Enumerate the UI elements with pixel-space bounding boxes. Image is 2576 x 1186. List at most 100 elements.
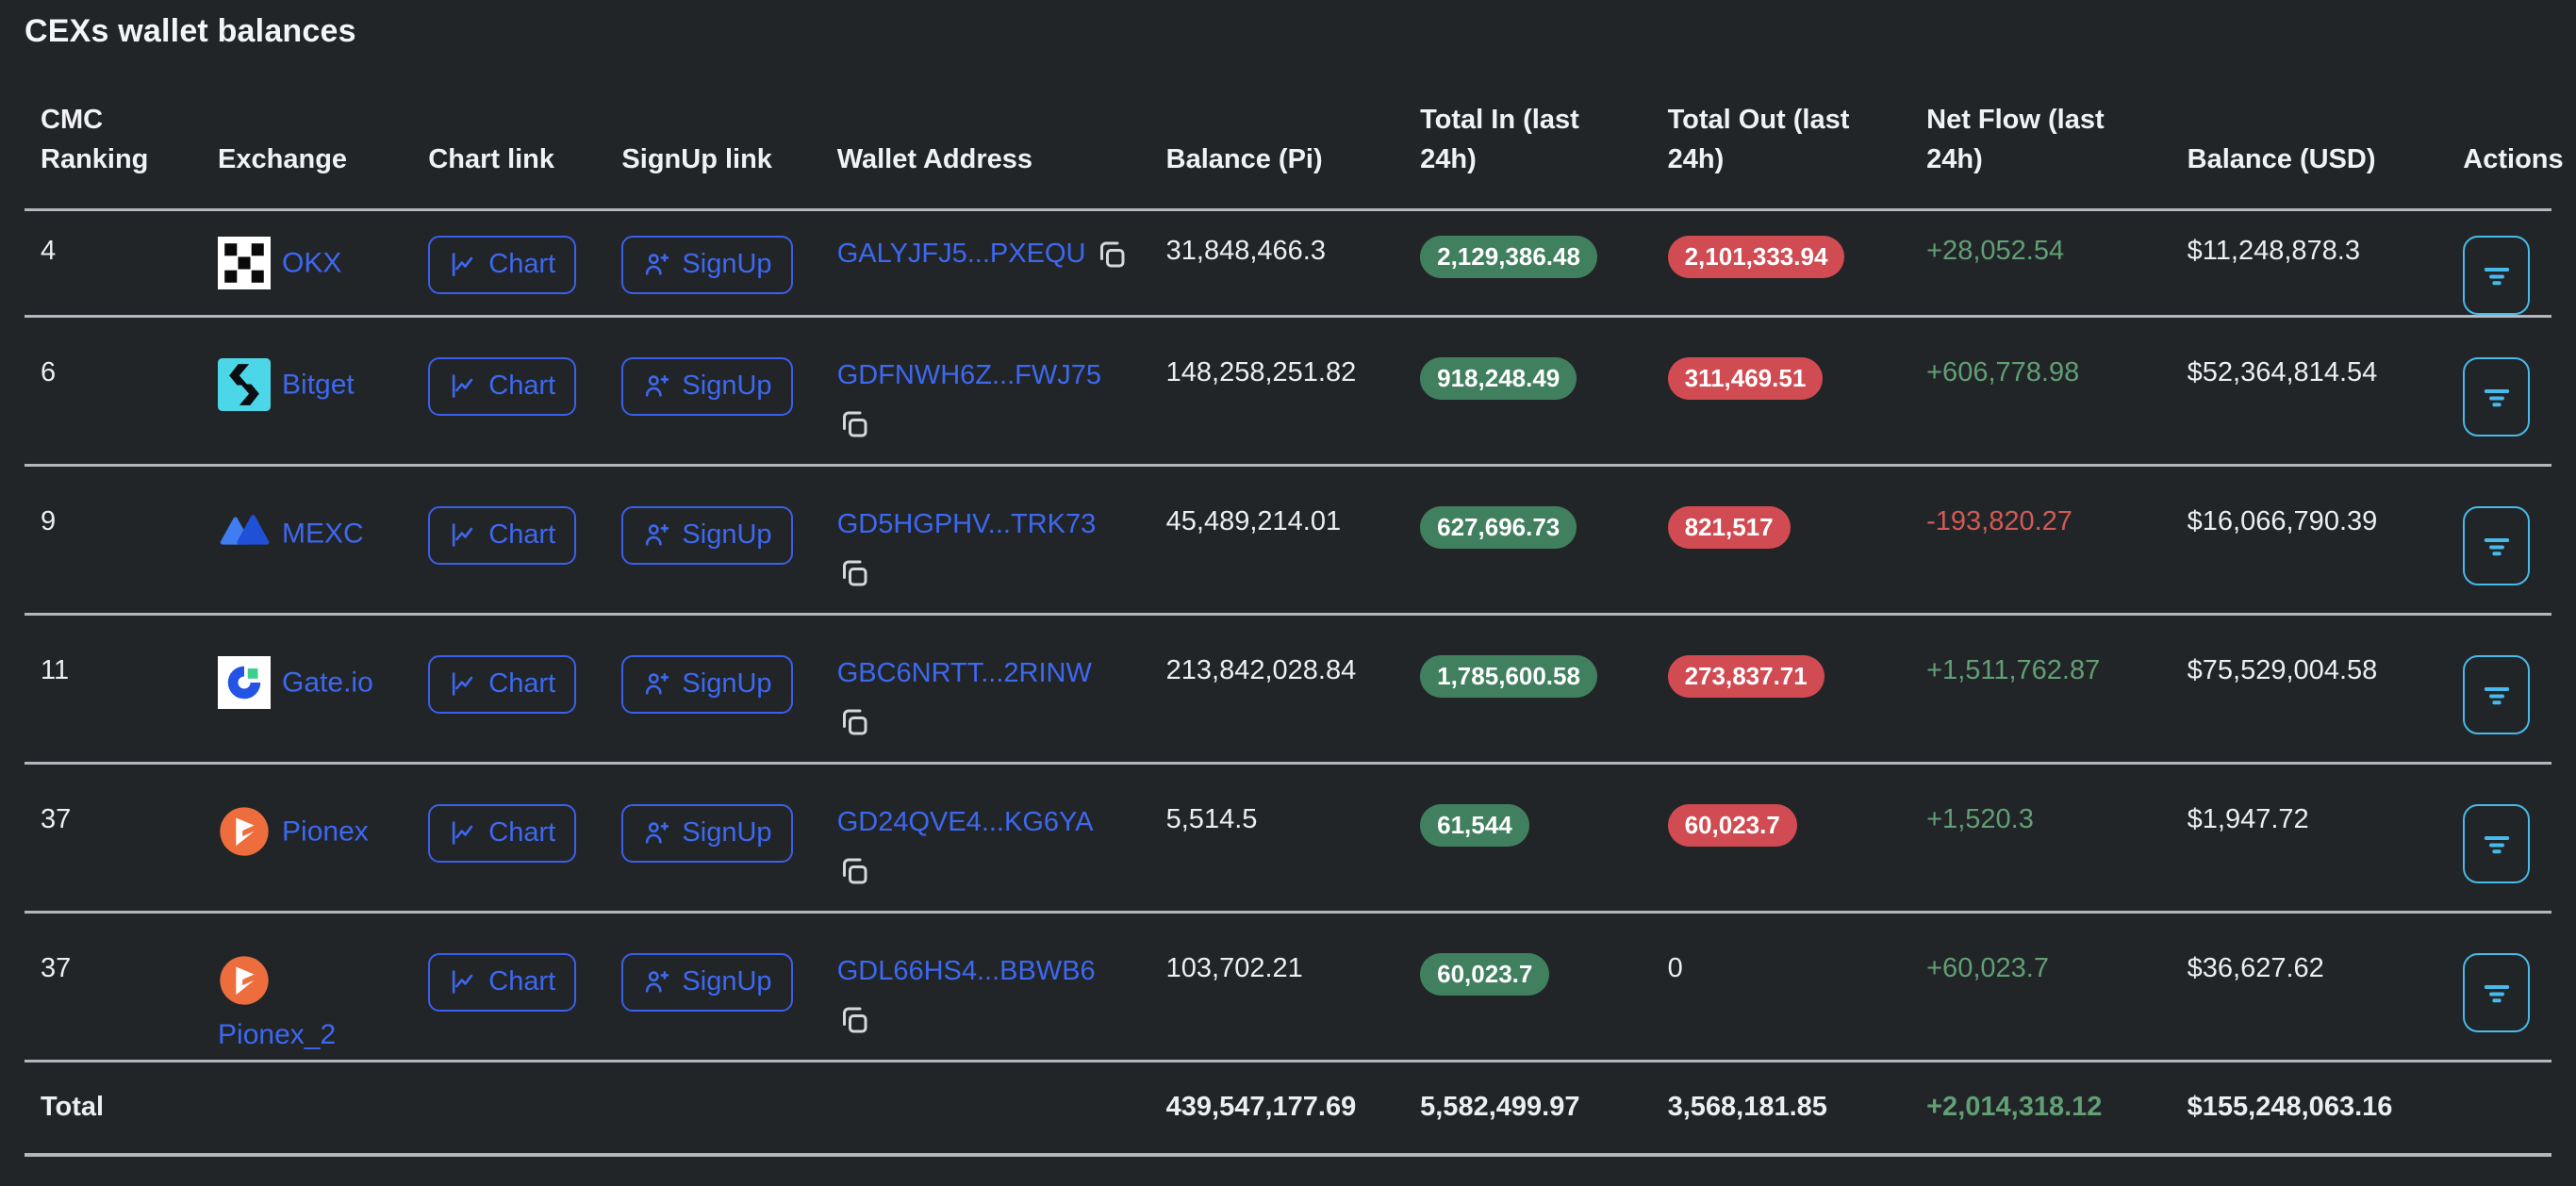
total-out-value: 0 [1668,953,1683,983]
col-header-wallet-address: Wallet Address [821,54,1150,209]
table-row-bitget: 6 Bitget Chart SignUp GDFNWH6Z...FWJ75 1… [25,316,2551,465]
exchange-link[interactable]: Gate.io [282,667,373,698]
actions-filter-button[interactable] [2463,236,2530,315]
total-balance-usd: $155,248,063.16 [2188,1092,2393,1122]
table-row-gateio: 11 Gate.io Chart SignUp GBC6NRTT...2RINW… [25,614,2551,763]
copy-icon[interactable] [1095,238,1129,272]
wallet-balances-table: CMC Ranking Exchange Chart link SignUp l… [25,54,2551,1157]
actions-filter-button[interactable] [2463,506,2530,585]
total-out-badge: 2,101,333.94 [1668,236,1845,278]
balance-usd: $16,066,790.39 [2188,506,2378,536]
actions-filter-button[interactable] [2463,804,2530,883]
exchange-link[interactable]: OKX [282,247,341,278]
wallet-address-link[interactable]: GBC6NRTT...2RINW [837,658,1092,688]
chart-line-icon [449,520,478,550]
page-title: CEXs wallet balances [25,13,2551,50]
filter-icon [2480,976,2514,1010]
total-out-sum: 3,568,181.85 [1668,1092,1827,1122]
net-flow: +1,511,762.87 [1926,655,2100,685]
table-footer: Total 439,547,177.69 5,582,499.97 3,568,… [25,1061,2551,1155]
user-plus-icon [642,250,671,279]
table-row-pionex: 37 Pionex Chart SignUp GD24QVE4...KG6YA … [25,763,2551,912]
chart-line-icon [449,250,478,279]
filter-icon [2480,258,2514,292]
signup-button[interactable]: SignUp [621,953,792,1012]
col-header-cmc-ranking: CMC Ranking [25,54,202,209]
actions-filter-button[interactable] [2463,953,2530,1032]
cmc-ranking: 37 [41,804,71,834]
col-header-signup-link: SignUp link [605,54,820,209]
wallet-address-link[interactable]: GD24QVE4...KG6YA [837,807,1094,837]
signup-button[interactable]: SignUp [621,804,792,863]
copy-icon[interactable] [837,407,871,441]
signup-button[interactable]: SignUp [621,506,792,565]
actions-filter-button[interactable] [2463,357,2530,437]
table-row-mexc: 9 MEXC Chart SignUp GD5HGPHV...TRK73 45,… [25,465,2551,614]
filter-icon [2480,380,2514,414]
table-row-okx: 4 OKX Chart SignUp GALYJFJ5...PXEQU 31,8… [25,209,2551,316]
bitget-logo [218,358,271,411]
gateio-logo [218,656,271,709]
balance-pi: 45,489,214.01 [1166,506,1341,536]
user-plus-icon [642,520,671,550]
chart-line-icon [449,669,478,699]
mexc-logo [218,507,271,560]
cex-wallet-balances-panel: CEXs wallet balances CMC Ranking Exchang… [0,0,2576,1157]
net-flow: +60,023.7 [1926,953,2049,983]
chart-button[interactable]: Chart [428,804,576,863]
filter-icon [2480,678,2514,712]
exchange-link[interactable]: Pionex [282,815,369,847]
total-in-badge: 627,696.73 [1420,506,1577,549]
col-header-chart-link: Chart link [412,54,605,209]
copy-icon[interactable] [837,1003,871,1037]
wallet-address-link[interactable]: GALYJFJ5...PXEQU [837,239,1086,269]
cmc-ranking: 6 [41,357,56,387]
signup-button[interactable]: SignUp [621,655,792,714]
wallet-address-link[interactable]: GD5HGPHV...TRK73 [837,509,1097,539]
cmc-ranking: 9 [41,506,56,536]
wallet-address-link[interactable]: GDL66HS4...BBWB6 [837,956,1096,986]
balance-pi: 213,842,028.84 [1166,655,1357,685]
table-row-pionex-2: 37 Pionex_2 Chart SignUp GDL66HS4...BBWB… [25,912,2551,1061]
table-header: CMC Ranking Exchange Chart link SignUp l… [25,54,2551,209]
signup-button[interactable]: SignUp [621,357,792,416]
balance-usd: $36,627.62 [2188,953,2324,983]
balance-usd: $52,364,814.54 [2188,357,2378,387]
chart-line-icon [449,371,478,401]
total-in-badge: 61,544 [1420,804,1529,847]
balance-pi: 5,514.5 [1166,804,1258,834]
col-header-net-flow: Net Flow (last 24h) [1910,54,2171,209]
cmc-ranking: 4 [41,236,56,266]
chart-button[interactable]: Chart [428,236,576,294]
cmc-ranking: 11 [41,655,69,685]
net-flow: +28,052.54 [1926,236,2064,266]
copy-icon[interactable] [837,854,871,888]
total-balance-pi: 439,547,177.69 [1166,1092,1357,1122]
copy-icon[interactable] [837,556,871,590]
col-header-total-in: Total In (last 24h) [1404,54,1651,209]
exchange-link[interactable]: Bitget [282,369,355,400]
net-flow: +1,520.3 [1926,804,2034,834]
copy-icon[interactable] [837,705,871,739]
col-header-exchange: Exchange [202,54,412,209]
total-label: Total [41,1092,104,1122]
wallet-address-link[interactable]: GDFNWH6Z...FWJ75 [837,360,1101,390]
balance-pi: 31,848,466.3 [1166,236,1326,266]
balance-pi: 148,258,251.82 [1166,357,1357,387]
pionex-logo [218,954,271,1007]
chart-line-icon [449,818,478,848]
exchange-link[interactable]: Pionex_2 [218,1018,399,1052]
filter-icon [2480,827,2514,861]
actions-filter-button[interactable] [2463,655,2530,734]
user-plus-icon [642,669,671,699]
chart-button[interactable]: Chart [428,953,576,1012]
exchange-link[interactable]: MEXC [282,518,364,549]
col-header-actions: Actions [2447,54,2551,209]
chart-button[interactable]: Chart [428,506,576,565]
user-plus-icon [642,967,671,997]
user-plus-icon [642,371,671,401]
chart-button[interactable]: Chart [428,655,576,714]
signup-button[interactable]: SignUp [621,236,792,294]
chart-button[interactable]: Chart [428,357,576,416]
pionex-logo [218,805,271,858]
